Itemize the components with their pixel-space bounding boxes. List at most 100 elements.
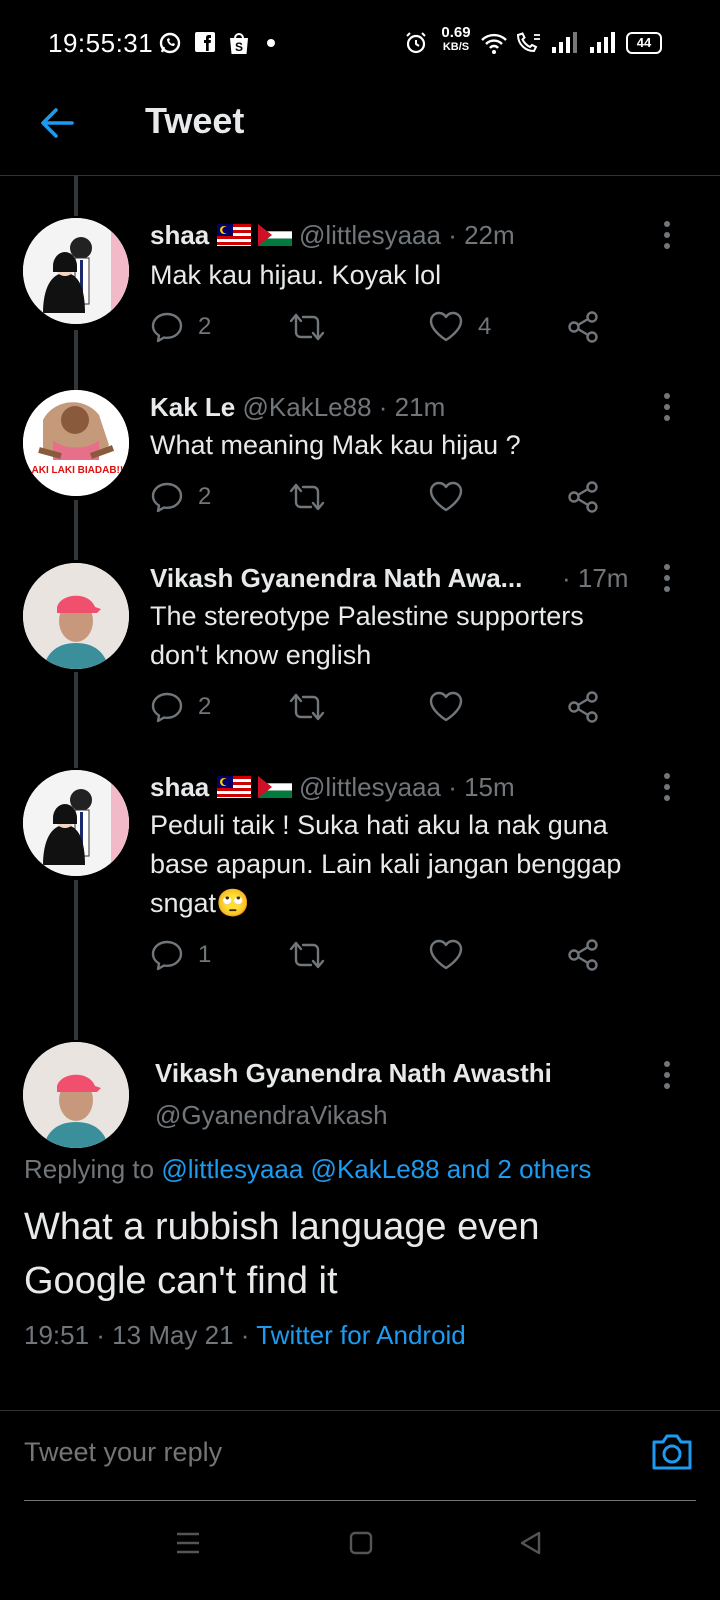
tweet-time: · 15m <box>448 772 515 802</box>
volte-call-icon <box>516 32 540 53</box>
share-button[interactable] <box>566 310 600 344</box>
tweet-actions: 2 <box>150 690 620 730</box>
retweet-icon <box>289 483 325 511</box>
tweet-text-line: sngat🙄 <box>150 888 250 918</box>
share-button[interactable] <box>566 690 600 724</box>
system-navigation-bar <box>0 1490 720 1600</box>
reply-button[interactable]: 2 <box>150 690 211 724</box>
tweet-text-line: base apapun. Lain kali jangan benggap <box>150 849 622 879</box>
reply-icon <box>151 482 183 513</box>
tweet-text: The stereotype Palestine supporters don'… <box>150 597 584 675</box>
avatar[interactable] <box>23 563 129 669</box>
reply-button[interactable]: 2 <box>150 310 211 344</box>
share-button[interactable] <box>566 938 600 972</box>
shopee-icon: S <box>230 33 248 54</box>
more-options-icon[interactable] <box>662 563 672 593</box>
reply-tweet[interactable]: LAKI LAKI BIADAB!!! Kak Le @KakLe88 · 21… <box>0 372 720 532</box>
like-button[interactable] <box>428 938 464 972</box>
reply-count: 2 <box>198 313 212 340</box>
reply-icon <box>151 692 183 723</box>
retweet-icon <box>289 313 325 341</box>
battery-icon: 44 <box>626 32 662 54</box>
main-tweet: Vikash Gyanendra Nath Awasthi @Gyanendra… <box>0 1030 720 1375</box>
tweet-header: Vikash Gyanendra Nath Awa... <box>150 563 522 594</box>
more-options-icon[interactable] <box>662 392 672 422</box>
signal-2-icon <box>590 32 615 53</box>
username[interactable]: @littlesyaaa <box>299 220 441 250</box>
avatar[interactable] <box>23 770 129 876</box>
notification-dot-icon <box>267 39 275 47</box>
display-name[interactable]: Vikash Gyanendra Nath Awa... <box>150 563 522 593</box>
camera-icon[interactable] <box>650 1430 694 1472</box>
username[interactable]: @littlesyaaa <box>299 772 441 802</box>
battery-level: 44 <box>636 35 652 50</box>
more-options-icon[interactable] <box>662 1060 672 1090</box>
display-name[interactable]: Vikash Gyanendra Nath Awasthi <box>155 1058 552 1089</box>
reply-tweet[interactable]: shaa @littlesyaaa · 22m Mak kau hijau. K… <box>0 200 720 360</box>
heart-icon <box>429 311 463 342</box>
tweet-text: What a rubbish language even Google can'… <box>24 1200 539 1308</box>
tweet-time: · 21m <box>378 392 446 422</box>
reply-count: 2 <box>198 483 212 510</box>
reply-count: 2 <box>198 693 212 720</box>
tweet-text-line: Google can't find it <box>24 1260 338 1302</box>
more-options-icon[interactable] <box>662 220 672 250</box>
share-icon <box>568 939 598 971</box>
share-icon <box>568 481 598 513</box>
heart-icon <box>429 691 463 722</box>
retweet-button[interactable] <box>288 310 326 344</box>
retweet-button[interactable] <box>288 938 326 972</box>
replying-to-label: Replying to <box>24 1154 155 1184</box>
avatar[interactable] <box>23 1042 129 1148</box>
retweet-icon <box>289 941 325 969</box>
reply-tweet[interactable]: Vikash Gyanendra Nath Awa... · 17m The s… <box>0 545 720 745</box>
reply-icon <box>151 940 183 971</box>
more-options-icon[interactable] <box>662 772 672 802</box>
svg-text:S: S <box>235 40 243 54</box>
tweet-text: Mak kau hijau. Koyak lol <box>150 260 442 290</box>
network-speed-value: 0.69 <box>441 24 471 41</box>
top-app-bar: Tweet <box>0 80 720 176</box>
like-button[interactable]: 4 <box>428 310 491 344</box>
tweet-text: Peduli taik ! Suka hati aku la nak guna … <box>150 806 621 923</box>
tweet-header: shaa @littlesyaaa · 22m <box>150 220 515 251</box>
username[interactable]: @KakLe88 <box>243 392 372 422</box>
retweet-button[interactable] <box>288 480 326 514</box>
facebook-icon <box>195 32 215 52</box>
tweet-header: shaa @littlesyaaa · 15m <box>150 772 515 803</box>
display-name[interactable]: shaa <box>150 220 209 250</box>
retweet-icon <box>289 693 325 721</box>
divider <box>0 1410 720 1411</box>
share-icon <box>568 311 598 343</box>
heart-icon <box>429 939 463 970</box>
tweet-text-line: don't know english <box>150 640 372 670</box>
tweet-text-line: The stereotype Palestine supporters <box>150 601 584 631</box>
tweet-timestamp: 19:51 · 13 May 21 · <box>24 1320 250 1350</box>
avatar[interactable]: LAKI LAKI BIADAB!!! <box>23 390 129 496</box>
avatar[interactable] <box>23 218 129 324</box>
display-name[interactable]: shaa <box>150 772 209 802</box>
tweet-source-link[interactable]: Twitter for Android <box>256 1320 466 1350</box>
reply-tweet[interactable]: shaa @littlesyaaa · 15m Peduli taik ! Su… <box>0 752 720 1002</box>
tweet-actions: 2 4 <box>150 310 620 350</box>
tweet-text-line: What a rubbish language even <box>24 1206 540 1248</box>
reply-button[interactable]: 2 <box>150 480 211 514</box>
replying-to-users-link[interactable]: @littlesyaaa @KakLe88 and 2 others <box>161 1154 591 1184</box>
back-arrow-icon[interactable] <box>36 102 78 144</box>
share-button[interactable] <box>566 480 600 514</box>
like-button[interactable] <box>428 690 464 724</box>
retweet-button[interactable] <box>288 690 326 724</box>
username[interactable]: @GyanendraVikash <box>155 1100 388 1131</box>
reply-input[interactable] <box>24 1430 584 1474</box>
malaysia-flag-icon <box>216 776 251 798</box>
network-speed-unit: KB/S <box>442 41 470 53</box>
tweet-header: Kak Le @KakLe88 · 21m <box>150 392 445 423</box>
back-nav-icon[interactable] <box>518 1530 544 1556</box>
status-bar: 19:55:31 S 0.69 KB/S 44 <box>0 0 720 80</box>
like-button[interactable] <box>428 480 464 514</box>
display-name[interactable]: Kak Le <box>150 392 235 422</box>
network-speed: 0.69 KB/S <box>436 24 476 54</box>
menu-icon[interactable] <box>174 1530 202 1556</box>
home-icon[interactable] <box>348 1530 374 1556</box>
reply-button[interactable]: 1 <box>150 938 211 972</box>
